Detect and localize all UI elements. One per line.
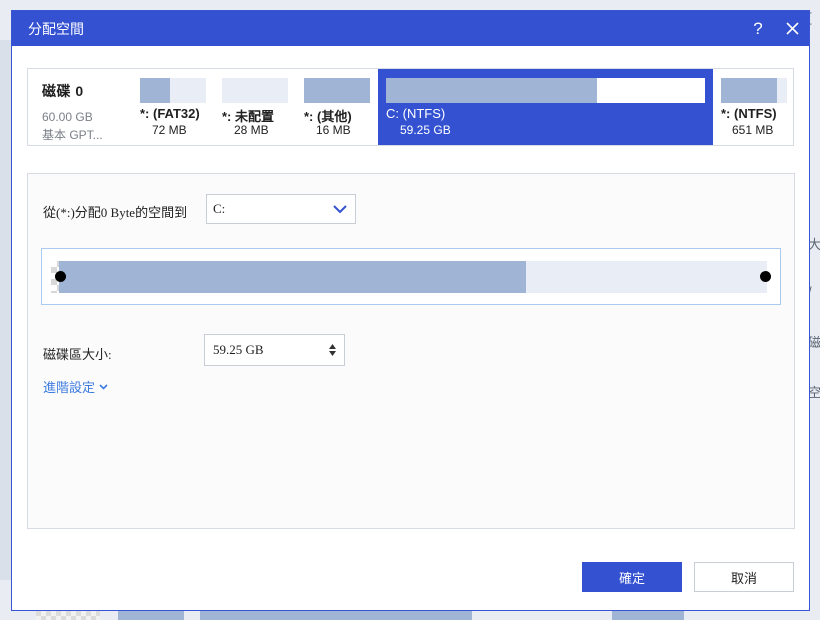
advanced-settings-link[interactable]: 進階設定 [43,377,108,396]
stepper-down-icon[interactable] [329,351,336,356]
allocate-space-dialog: 分配空間 ? 磁碟 0 60.00 GB 基本 GPT... *: (FAT32… [11,10,810,611]
partition-size-value: 59.25 GB [213,342,264,357]
target-partition-value: C: [213,201,226,216]
partition-other[interactable]: *: (其他) 16 MB [304,69,374,145]
disk-name: 磁碟 0 [42,83,84,99]
target-partition-select[interactable]: C: [206,194,356,224]
partition-label: C: (NTFS) [386,106,446,121]
disk-size: 60.00 GB [42,110,93,124]
close-icon [785,22,799,35]
allocate-from-label: 從(*:)分配0 Byte的空間到 [43,205,188,220]
partition-size-input[interactable]: 59.25 GB [204,334,345,366]
advanced-settings-label: 進階設定 [43,380,96,395]
resize-track[interactable] [51,261,767,293]
partition-label: *: (FAT32) [140,106,200,121]
close-button[interactable] [775,11,809,46]
dialog-title: 分配空間 [28,20,84,37]
partition-unallocated[interactable]: *: 未配置 28 MB [222,69,292,145]
partition-bar [304,78,370,103]
size-stepper[interactable] [329,344,336,356]
partition-fat32[interactable]: *: (FAT32) 72 MB [140,69,210,145]
partition-bar [222,78,288,103]
resize-right-handle[interactable] [760,271,771,282]
partition-size-label: 磁碟區大小: [43,347,112,362]
partition-bar [386,78,705,103]
stepper-up-icon[interactable] [329,344,336,349]
disk-type: 基本 GPT... [42,128,103,142]
background-strip [0,40,11,580]
cancel-button[interactable]: 取消 [694,562,794,592]
resize-slider [41,248,781,305]
partition-c-ntfs[interactable]: C: (NTFS) 59.25 GB [378,69,713,145]
partition-usage-fill [386,78,597,103]
help-button[interactable]: ? [741,11,775,46]
partition-size: 72 MB [152,123,187,137]
ok-button[interactable]: 確定 [582,562,682,592]
chevron-down-icon [333,205,347,214]
partition-usage-fill [140,78,170,103]
partition-size: 16 MB [316,123,351,137]
resize-left-handle[interactable] [55,271,66,282]
resize-used-fill [59,261,527,293]
allocation-panel: 從(*:)分配0 Byte的空間到 C: 磁碟區大小: 59.25 GB 進階設… [27,173,795,529]
disk-info: 磁碟 0 60.00 GB 基本 GPT... [42,81,103,143]
partition-bar [140,78,206,103]
partition-size: 651 MB [732,123,774,137]
chevron-down-icon [99,383,108,390]
dialog-titlebar: 分配空間 ? [12,11,809,46]
partition-label: *: (NTFS) [721,106,777,121]
partition-recovery-ntfs[interactable]: *: (NTFS) 651 MB [721,69,789,145]
partition-usage-fill [304,78,370,103]
partition-size: 59.25 GB [400,123,451,137]
disk-map: 磁碟 0 60.00 GB 基本 GPT... *: (FAT32) 72 MB… [27,68,794,146]
partition-usage-fill [721,78,778,103]
partition-bar [721,78,787,103]
partition-size: 28 MB [234,123,269,137]
